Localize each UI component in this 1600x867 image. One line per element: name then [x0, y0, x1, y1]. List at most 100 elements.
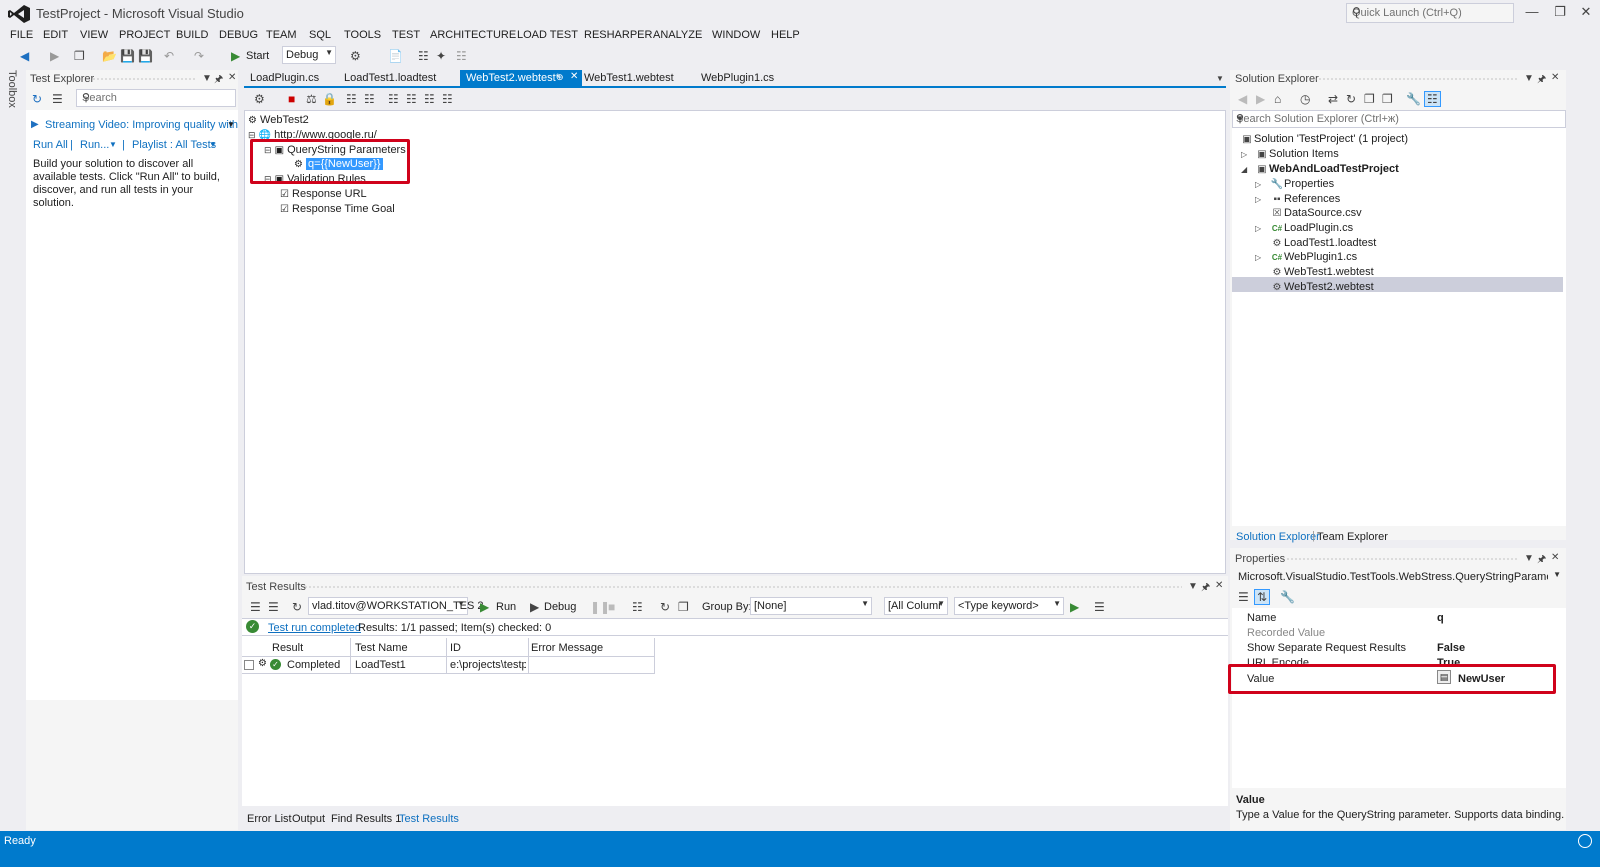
tree-item-solution-items[interactable]: ▣ Solution Items [1255, 148, 1338, 160]
tab-find-results[interactable]: Find Results 1 [331, 813, 401, 825]
find-icon[interactable]: ☷ [418, 49, 429, 63]
refresh-icon[interactable]: ↻ [1346, 92, 1356, 106]
group-by-dropdown[interactable]: [None] ▼ [750, 597, 872, 615]
notification-icon[interactable] [1578, 834, 1592, 848]
menu-tools[interactable]: TOOLS [344, 29, 381, 41]
menu-build[interactable]: BUILD [176, 29, 208, 41]
pin-icon[interactable]: ✦ [436, 49, 446, 63]
datasource-icon[interactable]: ☷ [388, 92, 399, 106]
lock-icon[interactable]: 🔒 [322, 92, 337, 106]
document-icon[interactable]: 📄 [388, 49, 403, 63]
menu-load-test[interactable]: LOAD TEST [517, 29, 578, 41]
comment-icon[interactable]: ☷ [456, 49, 467, 63]
menu-team[interactable]: TEAM [266, 29, 297, 41]
refresh-icon[interactable]: ↻ [32, 92, 42, 106]
menu-edit[interactable]: EDIT [43, 29, 68, 41]
group-by-icon[interactable]: ☰ [52, 92, 63, 106]
home-icon[interactable]: ⌂ [1274, 92, 1281, 106]
results-list-icon[interactable]: ☰ [268, 600, 279, 614]
expand-arrow-icon[interactable]: ▷ [1241, 150, 1247, 159]
quick-launch-input[interactable]: Quick Launch (Ctrl+Q) ⚲ [1346, 3, 1514, 23]
open-file-icon[interactable]: 📂 [102, 49, 117, 63]
tree-item-webplugin1[interactable]: C# WebPlugin1.cs [1270, 251, 1357, 263]
menu-debug[interactable]: DEBUG [219, 29, 258, 41]
save-all-icon[interactable]: 💾 [138, 49, 153, 63]
validation-rule-node[interactable]: ☑ Response Time Goal [280, 203, 395, 215]
sync-icon[interactable]: ⇄ [1328, 92, 1338, 106]
parameterize-icon[interactable]: ⚖ [306, 92, 317, 106]
performance-icon[interactable]: ☷ [442, 92, 453, 106]
tree-item-webtest1[interactable]: ⚙ WebTest1.webtest [1270, 266, 1374, 278]
menu-test[interactable]: TEST [392, 29, 420, 41]
chevron-down-icon[interactable]: ▼ [227, 120, 235, 129]
back-icon[interactable]: ◀ [1238, 92, 1247, 106]
test-run-completed-link[interactable]: Test run completed [268, 622, 361, 634]
collapse-all-icon[interactable]: ❐ [1364, 92, 1375, 106]
test-run-dropdown[interactable]: vlad.titov@WORKSTATION_TES 2 ▼ [308, 597, 484, 615]
apply-filter-icon[interactable]: ▶ [1070, 600, 1079, 614]
tab-test-results[interactable]: Test Results [399, 813, 459, 825]
run-button[interactable]: Run [496, 601, 516, 613]
object-selector-dropdown[interactable]: Microsoft.VisualStudio.TestTools.WebStre… [1234, 568, 1564, 586]
credentials-icon[interactable]: ☷ [406, 92, 417, 106]
save-icon[interactable]: 💾 [120, 49, 135, 63]
tab-loadplugin[interactable]: LoadPlugin.cs [244, 70, 325, 87]
tree-item-webtest2[interactable]: ⚙ WebTest2.webtest [1270, 281, 1374, 293]
close-icon[interactable]: ✕ [1551, 72, 1559, 83]
chevron-down-icon[interactable]: ▼ [1236, 114, 1561, 123]
solution-search-input[interactable]: Search Solution Explorer (Ctrl+ж) ⚲ ▼ [1232, 110, 1566, 128]
menu-window[interactable]: WINDOW [712, 29, 760, 41]
rerun-icon[interactable]: ↻ [660, 600, 670, 614]
toolbox-tab[interactable]: Toolbox [4, 70, 18, 130]
column-header-id[interactable]: ID [450, 642, 461, 654]
run-link[interactable]: Run... [80, 139, 109, 151]
menu-file[interactable]: FILE [10, 29, 33, 41]
tab-webtest1[interactable]: WebTest1.webtest [578, 70, 680, 87]
run-icon[interactable]: ▶ [480, 600, 489, 614]
stop-icon[interactable]: ■ [288, 92, 295, 106]
dropdown-icon[interactable]: ▼ [1524, 73, 1534, 84]
show-all-icon[interactable]: ❐ [1382, 92, 1393, 106]
start-icon[interactable]: ▶ [231, 49, 240, 63]
column-header-result[interactable]: Result [272, 642, 303, 654]
menu-resharper[interactable]: RESHARPER [584, 29, 652, 41]
alphabetical-icon[interactable]: ⇅ [1254, 589, 1271, 605]
test-search-input[interactable]: Search ⚲ [76, 89, 236, 107]
expand-arrow-icon[interactable]: ▷ [1255, 180, 1261, 189]
close-icon[interactable]: ✕ [228, 72, 236, 83]
export-icon[interactable]: ☷ [632, 600, 643, 614]
stop-icon[interactable]: ■ [608, 600, 615, 614]
tab-output[interactable]: Output [292, 813, 325, 825]
tab-webtest2[interactable]: WebTest2.webtest* ⊕ ✕ [460, 70, 582, 87]
property-value[interactable]: q [1437, 612, 1444, 624]
undo-icon[interactable]: ↶ [164, 49, 174, 63]
close-icon[interactable]: ✕ [1215, 580, 1223, 591]
expand-arrow-icon[interactable]: ▷ [1255, 224, 1261, 233]
minimize-button[interactable]: — [1520, 4, 1544, 22]
debug-icon[interactable]: ▶ [530, 600, 539, 614]
panel-grip[interactable] [304, 585, 1182, 590]
pin-icon[interactable]: 🖈 [1201, 580, 1210, 597]
history-icon[interactable]: ◷ [1300, 92, 1310, 106]
pin-icon[interactable]: 🖈 [1537, 552, 1546, 569]
menu-project[interactable]: PROJECT [119, 29, 170, 41]
plugin-icon[interactable]: ☷ [424, 92, 435, 106]
tree-item-properties[interactable]: 🔧Properties [1270, 178, 1334, 190]
results-view-icon[interactable]: ☰ [250, 600, 261, 614]
tab-solution-explorer[interactable]: Solution Explorer [1236, 531, 1320, 543]
add-request-icon[interactable]: ⚙ [254, 92, 265, 106]
dropdown-icon[interactable]: ▼ [1524, 553, 1534, 564]
chevron-down-icon[interactable]: ▼ [109, 140, 117, 149]
webtest-root[interactable]: ⚙ WebTest2 [248, 114, 309, 126]
import-icon[interactable]: ❐ [678, 600, 689, 614]
streaming-video-link[interactable]: Streaming Video: Improving quality with [45, 119, 238, 131]
close-window-button[interactable]: ✕ [1574, 4, 1598, 22]
expand-arrow-icon[interactable]: ▷ [1255, 195, 1261, 204]
menu-architecture[interactable]: ARCHITECTURE [430, 29, 516, 41]
redo-icon[interactable]: ↷ [194, 49, 204, 63]
property-value[interactable]: False [1437, 642, 1465, 654]
preview-icon[interactable]: ☷ [1424, 91, 1441, 107]
panel-grip[interactable] [92, 77, 196, 82]
menu-analyze[interactable]: ANALYZE [653, 29, 702, 41]
tree-item-solution[interactable]: ▣ Solution 'TestProject' (1 project) [1240, 133, 1408, 145]
